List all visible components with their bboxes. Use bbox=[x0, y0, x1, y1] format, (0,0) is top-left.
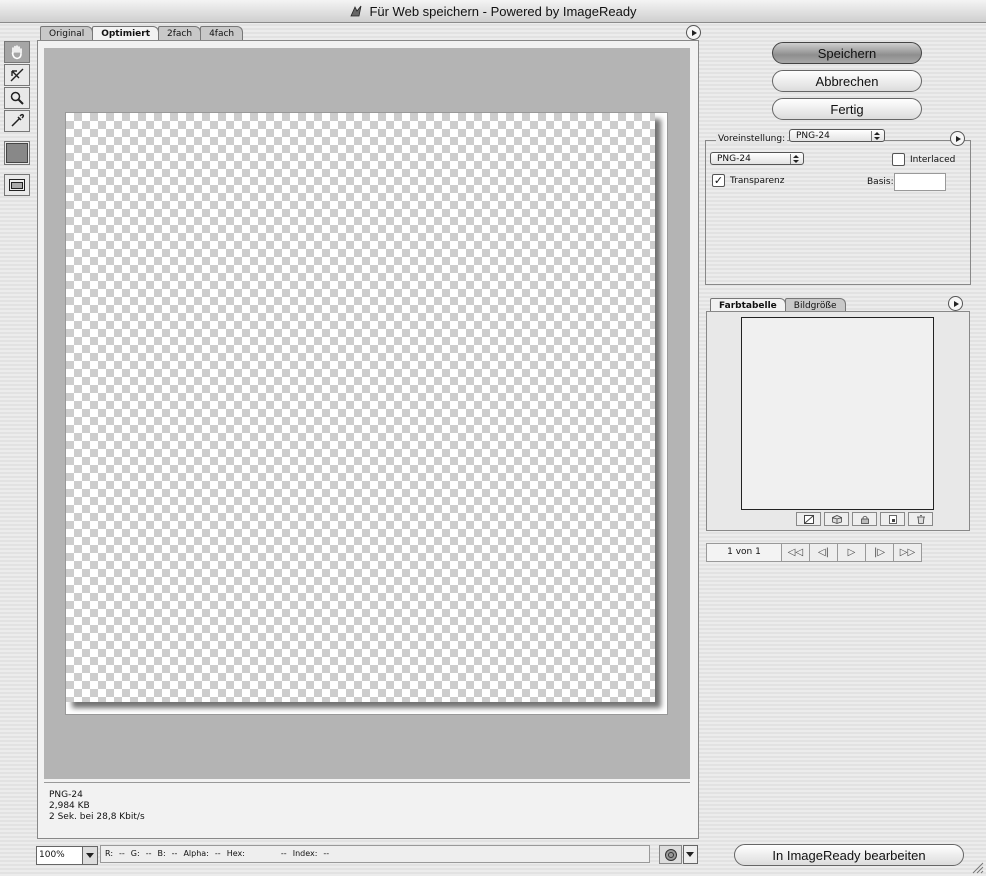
tab-2up[interactable]: 2fach bbox=[158, 26, 202, 41]
browser-globe-icon bbox=[664, 848, 677, 861]
done-button[interactable]: Fertig bbox=[772, 98, 922, 120]
window-title: Für Web speichern - Powered by ImageRead… bbox=[369, 3, 637, 19]
eyedropper-tool[interactable] bbox=[4, 110, 30, 132]
image-info: PNG-24 2,984 KB 2 Sek. bei 28,8 Kbit/s bbox=[44, 782, 690, 831]
first-frame-button[interactable]: ◁◁ bbox=[782, 543, 810, 562]
alpha-value: -- bbox=[214, 849, 221, 858]
format-select[interactable]: PNG-24 bbox=[710, 152, 804, 165]
color-table-tools bbox=[796, 512, 933, 526]
slice-select-tool[interactable] bbox=[4, 64, 30, 86]
map-transparency-button[interactable] bbox=[796, 512, 821, 526]
preset-value: PNG-24 bbox=[796, 131, 830, 141]
resize-grip-icon[interactable] bbox=[972, 862, 984, 874]
lock-color-button[interactable] bbox=[852, 512, 877, 526]
transparency-label: Transparenz bbox=[730, 176, 785, 186]
browser-preview bbox=[659, 845, 698, 864]
transparency-icon bbox=[803, 514, 814, 524]
slice-visibility-toggle[interactable] bbox=[4, 174, 30, 196]
cancel-button[interactable]: Abbrechen bbox=[772, 70, 922, 92]
web-shift-button[interactable] bbox=[824, 512, 849, 526]
toolbox bbox=[4, 41, 30, 197]
play-button[interactable]: ▷ bbox=[838, 543, 866, 562]
new-color-icon bbox=[888, 514, 897, 524]
g-value: -- bbox=[145, 849, 152, 858]
r-value: -- bbox=[119, 849, 125, 858]
transparency-checkbox[interactable]: ✓ bbox=[712, 174, 725, 187]
new-color-button[interactable] bbox=[880, 512, 905, 526]
g-label: G: bbox=[130, 849, 140, 858]
format-value: PNG-24 bbox=[717, 154, 751, 164]
hex-label: Hex: bbox=[226, 849, 245, 858]
index-label: Index: bbox=[292, 849, 318, 858]
zoom-tool[interactable] bbox=[4, 87, 30, 109]
browser-preview-button[interactable] bbox=[659, 845, 683, 864]
hand-icon bbox=[11, 45, 22, 60]
index-value: -- bbox=[323, 849, 330, 858]
eyedropper-icon bbox=[11, 113, 25, 127]
interlaced-label: Interlaced bbox=[910, 155, 956, 165]
trash-icon bbox=[916, 514, 925, 524]
r-label: R: bbox=[105, 849, 114, 858]
preset-label: Voreinstellung: bbox=[716, 134, 788, 144]
cube-icon bbox=[831, 514, 842, 524]
lock-icon bbox=[860, 515, 869, 524]
hand-tool[interactable] bbox=[4, 41, 30, 63]
edit-in-imageready-button[interactable]: In ImageReady bearbeiten bbox=[734, 844, 964, 866]
tab-4up[interactable]: 4fach bbox=[200, 26, 244, 41]
color-table-menu-icon[interactable] bbox=[948, 296, 963, 311]
alpha-label: Alpha: bbox=[183, 849, 209, 858]
title-bar: Für Web speichern - Powered by ImageRead… bbox=[0, 0, 986, 23]
color-table-swatches[interactable] bbox=[741, 317, 934, 510]
browser-menu-chevron-icon[interactable] bbox=[683, 845, 698, 864]
magnifier-icon bbox=[10, 91, 24, 105]
hex-spacer bbox=[251, 846, 275, 862]
zoom-select[interactable]: 100% bbox=[36, 846, 98, 865]
next-frame-button[interactable]: |▷ bbox=[866, 543, 894, 562]
updown-arrow-icon bbox=[871, 131, 882, 141]
frame-counter: 1 von 1 bbox=[706, 543, 782, 562]
matte-label: Basis: bbox=[867, 177, 894, 187]
info-download-time: 2 Sek. bei 28,8 Kbit/s bbox=[49, 812, 145, 822]
last-frame-button[interactable]: ▷▷ bbox=[894, 543, 922, 562]
interlaced-checkbox[interactable] bbox=[892, 153, 905, 166]
color-readout: R: -- G: -- B: -- Alpha: -- Hex: -- Inde… bbox=[100, 845, 650, 863]
preset-select[interactable]: PNG-24 bbox=[789, 129, 885, 142]
color-swatch bbox=[6, 143, 28, 163]
view-tabs: Original Optimiert 2fach 4fach bbox=[40, 26, 244, 42]
eyedropper-color-swatch[interactable] bbox=[4, 141, 30, 165]
updown-arrow-icon bbox=[790, 154, 801, 164]
zoom-value: 100% bbox=[39, 850, 65, 860]
imageready-app-icon bbox=[350, 5, 362, 17]
b-label: B: bbox=[157, 849, 166, 858]
animation-controls: 1 von 1 ◁◁ ◁| ▷ |▷ ▷▷ bbox=[706, 543, 922, 562]
optimized-image-preview[interactable] bbox=[66, 113, 655, 702]
slice-visibility-icon bbox=[9, 179, 25, 191]
tab-original[interactable]: Original bbox=[40, 26, 94, 41]
slice-select-icon bbox=[10, 68, 24, 82]
matte-field[interactable] bbox=[894, 173, 946, 191]
settings-menu-icon[interactable] bbox=[950, 131, 965, 146]
previous-frame-button[interactable]: ◁| bbox=[810, 543, 838, 562]
info-size: 2,984 KB bbox=[49, 801, 90, 811]
b-value: -- bbox=[171, 849, 178, 858]
hex-value: -- bbox=[280, 849, 287, 858]
info-format: PNG-24 bbox=[49, 790, 83, 800]
chevron-down-icon bbox=[82, 847, 97, 864]
preview-menu-icon[interactable] bbox=[686, 25, 701, 40]
save-button[interactable]: Speichern bbox=[772, 42, 922, 64]
delete-color-button[interactable] bbox=[908, 512, 933, 526]
